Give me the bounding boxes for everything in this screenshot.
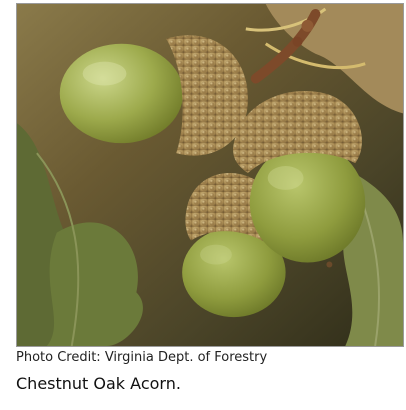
- stem-bud: [292, 36, 303, 47]
- photo-caption: Chestnut Oak Acorn.: [16, 374, 181, 393]
- stem-bud: [301, 19, 314, 32]
- acorn-photo: [16, 3, 404, 347]
- photo-credit: Photo Credit: Virginia Dept. of Forestry: [16, 350, 268, 365]
